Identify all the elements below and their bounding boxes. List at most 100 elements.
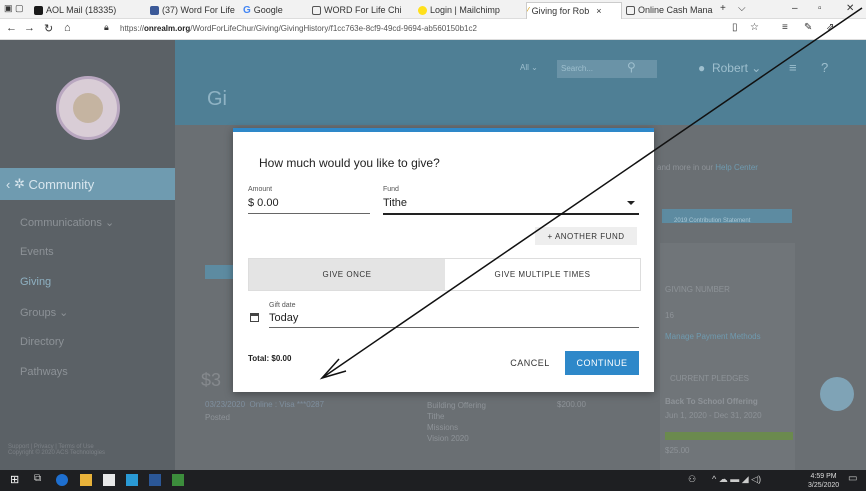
sidebar-item-giving[interactable]: Giving: [20, 276, 51, 288]
current-pledges-label: CURRENT PLEDGES: [670, 374, 749, 383]
tab-aol-mail[interactable]: AOL Mail (18335): [34, 2, 134, 18]
search-placeholder: Search...: [561, 64, 594, 73]
tab-giving-for-robert[interactable]: ⁄ Giving for Rob ×: [526, 2, 622, 19]
sidebar-item-pathways[interactable]: Pathways: [20, 366, 68, 378]
row-status: Posted: [205, 413, 230, 422]
user-menu[interactable]: ● Robert ⌄: [698, 61, 761, 75]
tab-label: (37) Word For Life: [162, 5, 235, 15]
task-view-icon[interactable]: ⧉: [34, 473, 46, 485]
user-name: Robert: [711, 61, 748, 75]
row-amount: $200.00: [557, 400, 586, 409]
minimize-icon[interactable]: –: [792, 3, 798, 14]
give-once-option[interactable]: GIVE ONCE: [249, 259, 445, 290]
sidebar-item-groups[interactable]: Groups ⌄: [20, 306, 68, 319]
tab-online-cash-manager[interactable]: Online Cash Mana: [626, 2, 714, 18]
give-multiple-times-option[interactable]: GIVE MULTIPLE TIMES: [445, 259, 640, 290]
close-tab-icon[interactable]: ×: [596, 6, 601, 16]
gift-date-input[interactable]: Today: [269, 312, 298, 324]
file-explorer-icon[interactable]: [80, 474, 92, 486]
cancel-button[interactable]: CANCEL: [505, 352, 555, 374]
add-another-fund-button[interactable]: + ANOTHER FUND: [535, 227, 637, 245]
help-icon[interactable]: ?: [821, 60, 828, 75]
sidebar-item-label: Communications: [20, 217, 102, 229]
sidebar-section-label: Community: [28, 176, 95, 192]
home-icon[interactable]: ⌂: [64, 22, 71, 34]
reading-view-icon[interactable]: ▯: [732, 22, 738, 33]
windows-taskbar: ⊞ ⧉ ⚇ ^ ☁ ▬ ◢ ◁) 4:59 PM 3/25/2020 ▭: [0, 470, 866, 491]
share-icon[interactable]: ⇗: [826, 22, 834, 33]
people-icon[interactable]: ⚇: [688, 474, 696, 485]
sidebar-section-community[interactable]: ‹ ✲ Community: [0, 168, 175, 200]
sidebar: ‹ ✲ Community Communications ⌄ Events Gi…: [0, 40, 175, 470]
copyright: Copyright © 2020 ACS Technologies: [8, 450, 106, 456]
notification-icon[interactable]: ▭: [848, 473, 857, 484]
amount-label: Amount: [248, 186, 273, 193]
page-title: Gi: [207, 88, 227, 110]
tab-label: Giving for Rob: [531, 6, 590, 16]
sidebar-item-label: Groups: [20, 307, 57, 319]
manage-payment-methods-link[interactable]: Manage Payment Methods: [665, 332, 761, 341]
help-center-link[interactable]: Help Center: [715, 163, 758, 172]
row-fund: Missions: [427, 423, 459, 432]
total-amount: Total: $0.00: [248, 354, 292, 363]
url-path: /WordForLifeChur/Giving/GivingHistory/f1…: [190, 24, 477, 33]
fund-select[interactable]: Tithe: [383, 197, 407, 209]
top-header: Gi All ⌄ Search... ⚲ ● Robert ⌄ ≡ ?: [175, 40, 866, 125]
sidebar-footer: Support | Privacy | Terms of Use Copyrig…: [8, 444, 105, 456]
contribution-statement-button[interactable]: 2019 Contribution Statement: [662, 209, 792, 224]
chevron-down-icon[interactable]: ⌵: [738, 3, 746, 14]
mail-icon[interactable]: [126, 474, 138, 486]
windows-start-icon[interactable]: ⊞: [10, 473, 22, 486]
giving-number: 16: [665, 311, 674, 320]
forward-icon[interactable]: →: [24, 22, 35, 34]
search-scope-label: All: [520, 63, 529, 72]
new-tab-icon[interactable]: +: [720, 3, 726, 14]
sidebar-item-communications[interactable]: Communications ⌄: [20, 216, 114, 229]
bg-total: $3: [201, 370, 222, 390]
word-icon[interactable]: [149, 474, 161, 486]
edge-browser-icon[interactable]: [56, 474, 68, 486]
url-field[interactable]: https://onrealm.org/WordForLifeChur/Givi…: [120, 24, 477, 33]
church-logo: [56, 76, 120, 140]
tab-word-for-life-facebook[interactable]: (37) Word For Life: [150, 2, 238, 18]
favorites-icon[interactable]: ≡: [782, 22, 788, 33]
user-icon: ●: [698, 61, 709, 75]
clock[interactable]: 4:59 PM 3/25/2020: [808, 472, 839, 490]
chat-bubble-button[interactable]: [820, 377, 854, 411]
system-tray-icon[interactable]: ^ ☁ ▬ ◢ ◁): [712, 474, 761, 485]
contribution-statement-label: 2019 Contribution Statement: [674, 218, 751, 224]
sidebar-item-events[interactable]: Events: [20, 246, 54, 258]
realm-icon: ⁄: [527, 5, 529, 17]
search-icon[interactable]: ⚲: [627, 60, 636, 74]
favorite-star-icon[interactable]: ☆: [750, 22, 759, 33]
tab-mailchimp[interactable]: Login | Mailchimp: [418, 2, 506, 18]
back-icon[interactable]: ←: [6, 22, 17, 34]
row-method: Online : Visa ***0287: [249, 400, 325, 409]
sidebar-item-label: Directory: [20, 336, 65, 348]
pen-icon[interactable]: ✎: [804, 22, 812, 33]
store-icon[interactable]: [103, 474, 115, 486]
calendar-icon[interactable]: [250, 313, 259, 322]
tab-word-for-life-church[interactable]: WORD For Life Chi: [312, 2, 409, 18]
tab-label: WORD For Life Chi: [324, 5, 402, 15]
browser-tab-bar: ▣ ▢ AOL Mail (18335) (37) Word For Life …: [0, 0, 866, 19]
continue-button[interactable]: CONTINUE: [565, 351, 639, 375]
menu-icon[interactable]: ≡: [789, 60, 797, 75]
row-fund: Tithe: [427, 412, 445, 421]
dropdown-arrow-icon[interactable]: [627, 201, 635, 205]
refresh-icon[interactable]: ↻: [44, 22, 53, 35]
gear-icon: ✲: [13, 176, 29, 191]
amount-input[interactable]: $ 0.00: [248, 197, 279, 209]
tab-label: Login | Mailchimp: [430, 5, 500, 15]
close-window-icon[interactable]: ✕: [846, 3, 854, 14]
tab-actions-icon[interactable]: ▣ ▢: [4, 3, 24, 14]
sidebar-item-label: Giving: [20, 276, 52, 288]
page-icon: [626, 5, 635, 15]
sidebar-item-directory[interactable]: Directory: [20, 336, 64, 348]
give-dialog: How much would you like to give? Amount …: [233, 128, 654, 392]
search-input[interactable]: Search...: [557, 60, 657, 78]
maximize-icon[interactable]: ▫: [818, 3, 822, 14]
tab-google[interactable]: G Google: [243, 2, 303, 18]
search-scope-select[interactable]: All ⌄: [520, 63, 538, 72]
photos-icon[interactable]: [172, 474, 184, 486]
